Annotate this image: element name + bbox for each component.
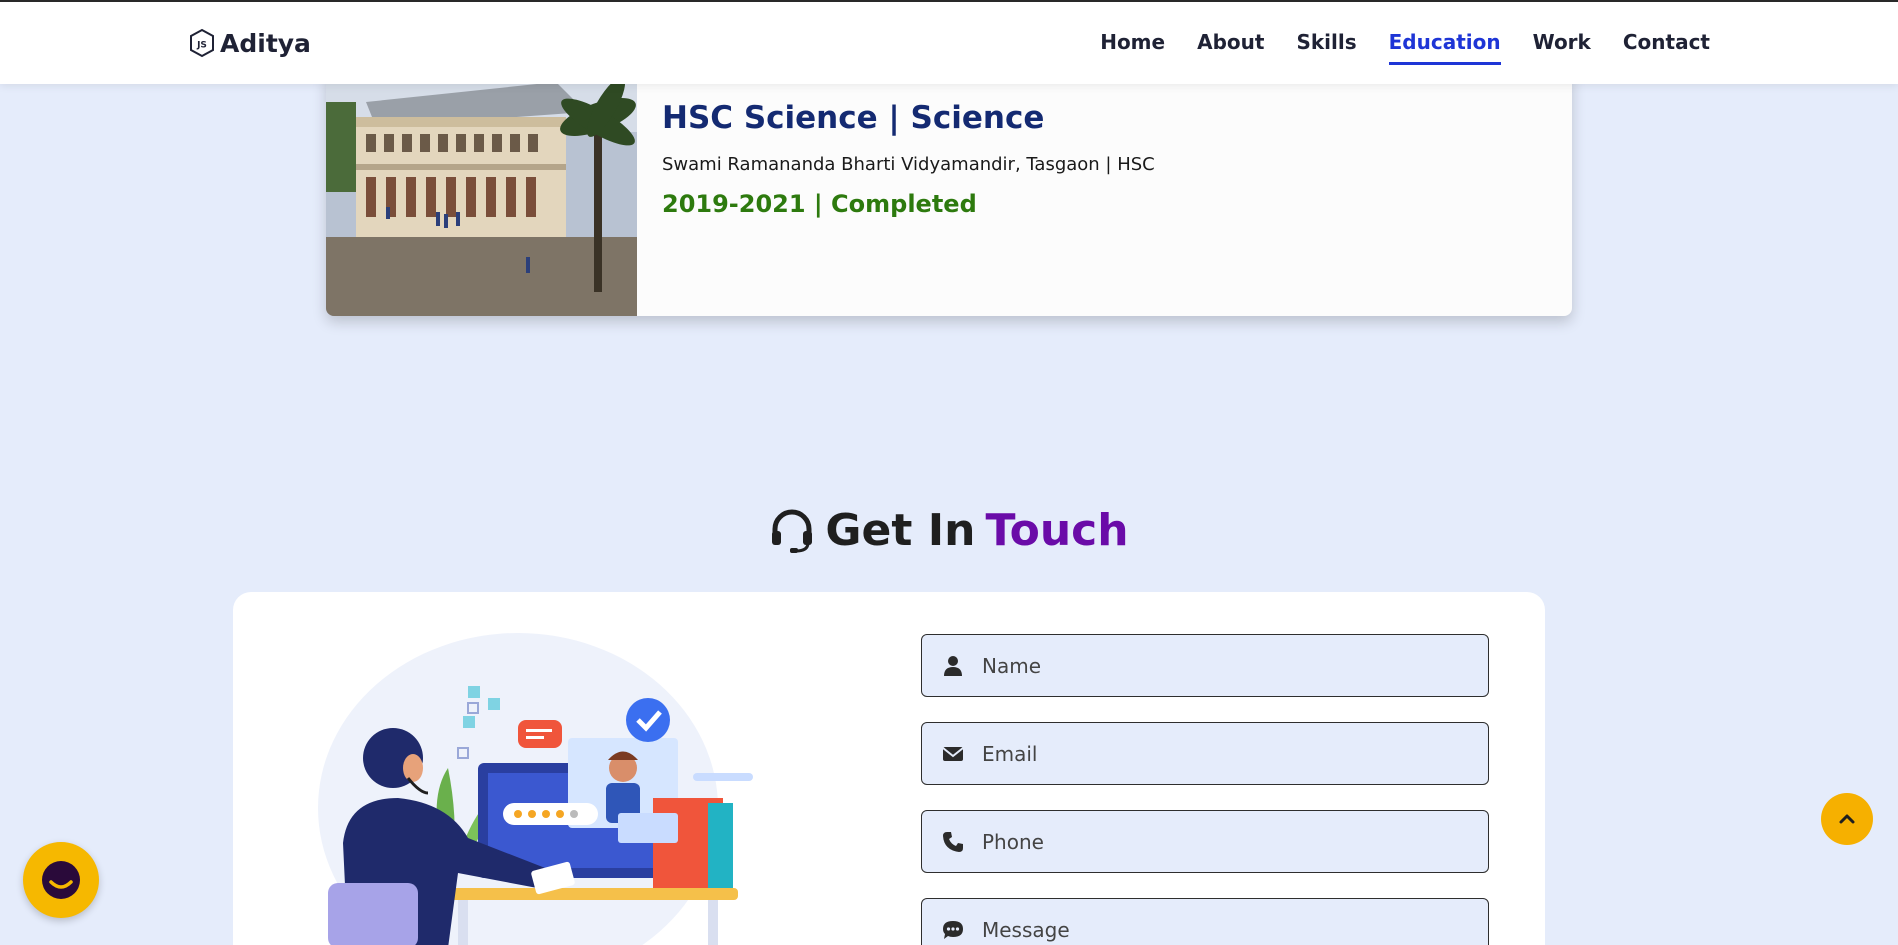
heading-main: Get In [825,505,976,556]
email-input[interactable] [982,741,1462,766]
user-icon [944,655,962,676]
phone-input[interactable] [982,829,1462,854]
education-card: HSC Science | Science Swami Ramananda Bh… [326,72,1572,316]
chat-widget-button[interactable] [23,842,99,918]
nodejs-hex-icon: JS [190,28,214,58]
envelope-icon [942,746,964,761]
nav-work[interactable]: Work [1533,30,1591,65]
name-input[interactable] [982,653,1462,678]
nav-about[interactable]: About [1197,30,1264,65]
comment-dots-icon [943,920,963,939]
education-school: Swami Ramananda Bharti Vidyamandir, Tasg… [662,154,1155,175]
nav-skills[interactable]: Skills [1296,30,1356,65]
logo-text: Aditya [220,28,311,58]
navbar: JS Aditya Home About Skills Education Wo… [0,2,1898,84]
education-title: HSC Science | Science [662,100,1045,136]
nav-home[interactable]: Home [1100,30,1165,65]
scroll-to-top-button[interactable] [1821,793,1873,845]
chat-bubble-icon [42,861,80,899]
education-date-status: 2019-2021 | Completed [662,190,977,218]
logo[interactable]: JS Aditya [188,26,311,60]
school-image [326,72,637,316]
nav-links: Home About Skills Education Work Contact [1100,30,1710,65]
email-field[interactable] [921,722,1489,785]
headset-icon [772,509,813,553]
phone-icon [943,831,963,852]
chevron-up-icon [1839,814,1855,824]
contact-form-box [233,592,1545,945]
message-field[interactable] [921,898,1489,945]
nav-contact[interactable]: Contact [1623,30,1710,65]
support-illustration [318,633,753,945]
nav-education[interactable]: Education [1388,30,1501,65]
name-field[interactable] [921,634,1489,697]
svg-text:JS: JS [196,41,207,51]
message-input[interactable] [982,917,1462,942]
phone-field[interactable] [921,810,1489,873]
heading-accent: Touch [985,505,1129,556]
contact-heading: Get In Touch [0,505,1898,556]
